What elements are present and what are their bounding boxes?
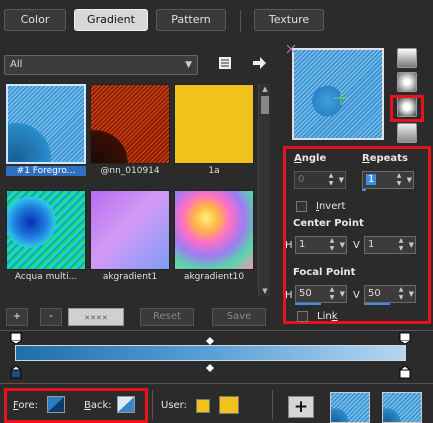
gradient-preview[interactable] xyxy=(292,48,384,140)
category-dropdown[interactable]: All ▼ xyxy=(4,55,198,75)
sunburst-style-icon[interactable] xyxy=(397,97,417,117)
tab-gradient[interactable]: Gradient xyxy=(74,9,148,31)
watermark-logo: ✕✕✕✕ xyxy=(68,308,124,326)
focal-h-input[interactable]: 50 ▲ ▼ ▼ xyxy=(295,285,347,303)
user-swatch-small[interactable] xyxy=(196,399,210,413)
chevron-down-icon[interactable]: ▼ xyxy=(340,286,345,302)
chevron-down-icon[interactable]: ▼ xyxy=(409,286,414,302)
reset-button[interactable]: Reset xyxy=(140,308,194,326)
arrow-right-icon[interactable] xyxy=(250,55,268,73)
tab-color[interactable]: Color xyxy=(4,9,66,31)
user-swatch-large[interactable] xyxy=(219,396,239,414)
back-label: Back: xyxy=(84,400,112,411)
user-label: User: xyxy=(161,400,187,411)
thumb-image xyxy=(6,84,86,164)
tab-pattern[interactable]: Pattern xyxy=(156,9,226,31)
chevron-down-icon[interactable]: ▼ xyxy=(340,237,345,253)
focal-handle-icon[interactable] xyxy=(286,44,296,54)
gradient-thumb-acqua[interactable]: Acqua multi... xyxy=(6,190,86,286)
remove-button[interactable]: - xyxy=(40,308,62,326)
add-button[interactable]: + xyxy=(6,308,28,326)
thumb-label: @nn_010914 xyxy=(100,166,160,176)
spin-arrows-icon[interactable]: ▲ ▼ xyxy=(397,237,405,253)
thumb-image xyxy=(90,190,170,270)
chevron-down-icon: ▼ xyxy=(185,60,192,70)
save-button[interactable]: Save xyxy=(212,308,266,326)
spin-arrows-icon[interactable]: ▲ ▼ xyxy=(328,286,336,302)
gradient-thumb-foreground[interactable]: #1 Foregro... xyxy=(6,84,86,180)
link-checkbox[interactable] xyxy=(297,311,308,322)
thumb-label: 1a xyxy=(208,166,220,176)
palette-book-icon[interactable] xyxy=(216,55,234,73)
thumbnail-scrollbar[interactable]: ▲ ▼ xyxy=(258,84,270,296)
back-swatch[interactable] xyxy=(117,396,135,413)
recent-gradient-2[interactable] xyxy=(382,392,422,423)
chevron-down-icon[interactable]: ▼ xyxy=(339,172,344,188)
bottom-divider xyxy=(0,383,433,384)
scroll-thumb[interactable] xyxy=(261,96,269,114)
thumb-image xyxy=(6,190,86,270)
category-dropdown-value: All xyxy=(10,59,23,70)
color-stop-left-icon[interactable] xyxy=(10,365,22,382)
spin-arrows-icon[interactable]: ▲ ▼ xyxy=(397,286,405,302)
repeats-label: Repeats xyxy=(362,153,408,164)
spin-arrows-icon[interactable]: ▲ ▼ xyxy=(328,237,336,253)
focal-v-label: V xyxy=(353,290,360,301)
spin-arrows-icon[interactable]: ▲ ▼ xyxy=(395,172,403,188)
svg-text:✕✕✕✕: ✕✕✕✕ xyxy=(84,314,107,322)
thumb-image xyxy=(90,84,170,164)
add-divider xyxy=(272,390,273,420)
thumb-label: Acqua multi... xyxy=(14,272,78,282)
focal-h-label: H xyxy=(285,290,293,301)
thumb-label: akgradient1 xyxy=(102,272,158,282)
color-stop-right-icon[interactable] xyxy=(399,365,411,382)
fore-swatch[interactable] xyxy=(47,396,65,413)
gradient-thumb-akgradient10[interactable]: akgradient10 xyxy=(174,190,254,286)
thumb-label: #1 Foregro... xyxy=(6,166,86,176)
gradient-thumb-akgradient1[interactable]: akgradient1 xyxy=(90,190,170,286)
center-point-label: Center Point xyxy=(293,218,364,229)
editor-divider xyxy=(0,330,433,331)
invert-label: Invert xyxy=(316,201,346,212)
fore-label: Fore: xyxy=(13,400,38,411)
user-divider xyxy=(152,390,153,420)
center-h-input[interactable]: 1 ▲ ▼ ▼ xyxy=(295,236,347,254)
color-midpoint-icon[interactable] xyxy=(206,364,214,375)
radial-style-icon[interactable] xyxy=(397,123,417,143)
spin-arrows-icon[interactable]: ▲ ▼ xyxy=(327,172,335,188)
tab-texture[interactable]: Texture xyxy=(254,9,324,31)
thumb-label: akgradient10 xyxy=(183,272,245,282)
center-v-label: V xyxy=(353,240,360,251)
repeats-slider[interactable] xyxy=(362,189,366,191)
chevron-down-icon[interactable]: ▼ xyxy=(407,172,412,188)
gradient-thumb-nn[interactable]: @nn_010914 xyxy=(90,84,170,180)
scroll-down-icon[interactable]: ▼ xyxy=(259,286,271,296)
recent-gradient-1[interactable] xyxy=(330,392,370,423)
gradient-thumb-1a[interactable]: 1a xyxy=(174,84,254,180)
thumb-image xyxy=(174,84,254,164)
tab-divider xyxy=(240,10,241,32)
thumb-image xyxy=(174,190,254,270)
angle-label: Angle xyxy=(294,153,327,164)
focal-h-slider[interactable] xyxy=(295,303,321,305)
repeats-input[interactable]: 1 ▲ ▼ ▼ xyxy=(362,171,414,189)
gradient-bar[interactable] xyxy=(15,345,406,361)
focal-v-slider[interactable] xyxy=(364,303,390,305)
plus-icon[interactable]: + xyxy=(288,396,314,418)
linear-style-icon[interactable] xyxy=(397,48,417,68)
focal-point-label: Focal Point xyxy=(293,267,356,278)
chevron-down-icon[interactable]: ▼ xyxy=(409,237,414,253)
focal-v-input[interactable]: 50 ▲ ▼ ▼ xyxy=(364,285,416,303)
center-v-input[interactable]: 1 ▲ ▼ ▼ xyxy=(364,236,416,254)
link-label: Link xyxy=(317,311,338,322)
center-h-label: H xyxy=(285,240,293,251)
rectangular-style-icon[interactable] xyxy=(397,72,417,92)
invert-checkbox[interactable] xyxy=(296,201,307,212)
scroll-up-icon[interactable]: ▲ xyxy=(259,84,271,94)
angle-input[interactable]: 0 ▲ ▼ ▼ xyxy=(294,171,346,189)
